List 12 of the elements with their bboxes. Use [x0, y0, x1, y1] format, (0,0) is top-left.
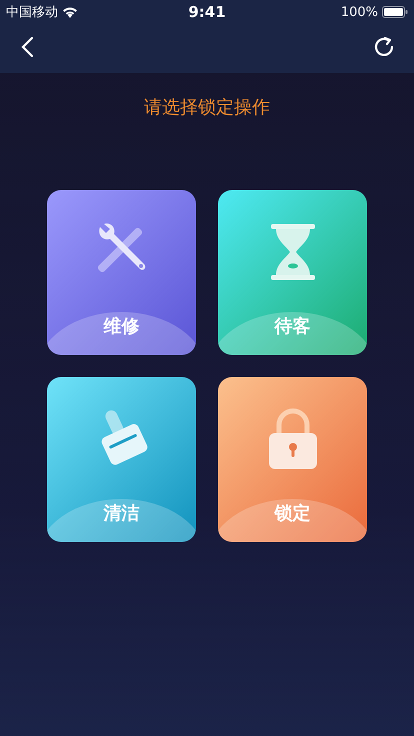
option-card[interactable]: 清洁: [47, 377, 196, 542]
wifi-icon: [62, 6, 78, 18]
battery-percentage: 100%: [340, 4, 378, 20]
carrier-name: 中国移动: [6, 4, 58, 21]
back-icon: [20, 36, 34, 58]
refresh-icon: [372, 34, 396, 58]
option-card[interactable]: 锁定: [218, 377, 367, 542]
status-time: 9:41: [188, 3, 226, 21]
page-title: 请选择锁定操作: [143, 96, 271, 119]
option-card[interactable]: 维修: [47, 190, 196, 355]
option-card[interactable]: 待客: [218, 190, 367, 355]
battery-icon: [382, 6, 408, 18]
